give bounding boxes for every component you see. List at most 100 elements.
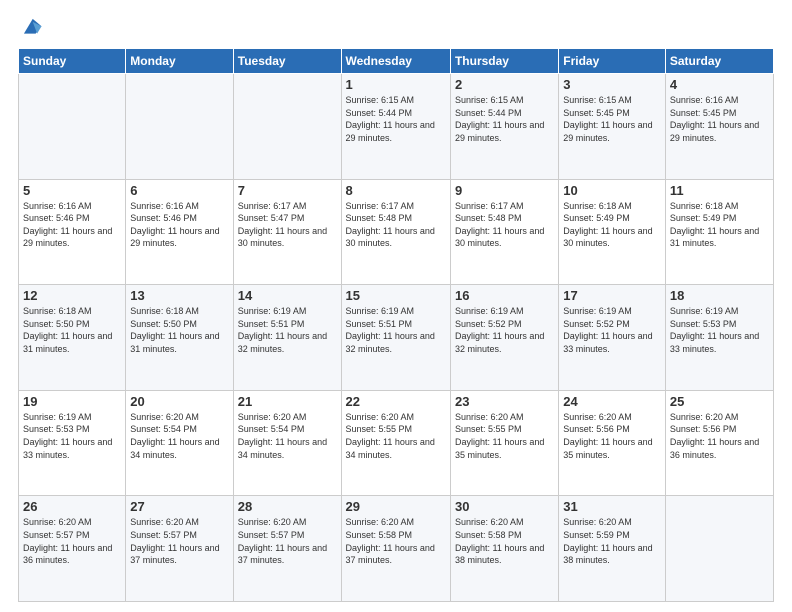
day-info: Sunrise: 6:17 AMSunset: 5:48 PMDaylight:… — [346, 200, 446, 250]
calendar-cell — [665, 496, 773, 602]
calendar-cell: 27 Sunrise: 6:20 AMSunset: 5:57 PMDayligh… — [126, 496, 233, 602]
calendar-cell: 9 Sunrise: 6:17 AMSunset: 5:48 PMDaylight… — [450, 179, 558, 285]
day-number: 19 — [23, 394, 121, 409]
day-info: Sunrise: 6:19 AMSunset: 5:51 PMDaylight:… — [346, 305, 446, 355]
day-number: 7 — [238, 183, 337, 198]
day-info: Sunrise: 6:18 AMSunset: 5:49 PMDaylight:… — [670, 200, 769, 250]
day-info: Sunrise: 6:18 AMSunset: 5:50 PMDaylight:… — [23, 305, 121, 355]
day-info: Sunrise: 6:19 AMSunset: 5:51 PMDaylight:… — [238, 305, 337, 355]
day-number: 5 — [23, 183, 121, 198]
header — [18, 16, 774, 38]
day-info: Sunrise: 6:20 AMSunset: 5:59 PMDaylight:… — [563, 516, 661, 566]
weekday-header: Thursday — [450, 49, 558, 74]
day-info: Sunrise: 6:16 AMSunset: 5:46 PMDaylight:… — [130, 200, 228, 250]
day-number: 3 — [563, 77, 661, 92]
weekday-header: Wednesday — [341, 49, 450, 74]
weekday-header: Monday — [126, 49, 233, 74]
day-number: 26 — [23, 499, 121, 514]
day-info: Sunrise: 6:18 AMSunset: 5:49 PMDaylight:… — [563, 200, 661, 250]
day-number: 18 — [670, 288, 769, 303]
day-number: 1 — [346, 77, 446, 92]
logo — [18, 16, 43, 38]
calendar-week-row: 5 Sunrise: 6:16 AMSunset: 5:46 PMDaylight… — [19, 179, 774, 285]
calendar-cell: 31 Sunrise: 6:20 AMSunset: 5:59 PMDayligh… — [559, 496, 666, 602]
day-info: Sunrise: 6:20 AMSunset: 5:57 PMDaylight:… — [130, 516, 228, 566]
day-info: Sunrise: 6:19 AMSunset: 5:53 PMDaylight:… — [23, 411, 121, 461]
weekday-header-row: SundayMondayTuesdayWednesdayThursdayFrid… — [19, 49, 774, 74]
day-info: Sunrise: 6:19 AMSunset: 5:53 PMDaylight:… — [670, 305, 769, 355]
day-number: 24 — [563, 394, 661, 409]
day-info: Sunrise: 6:17 AMSunset: 5:48 PMDaylight:… — [455, 200, 554, 250]
day-number: 16 — [455, 288, 554, 303]
calendar-cell: 3 Sunrise: 6:15 AMSunset: 5:45 PMDaylight… — [559, 74, 666, 180]
day-info: Sunrise: 6:20 AMSunset: 5:58 PMDaylight:… — [346, 516, 446, 566]
page: SundayMondayTuesdayWednesdayThursdayFrid… — [0, 0, 792, 612]
calendar-cell: 21 Sunrise: 6:20 AMSunset: 5:54 PMDayligh… — [233, 390, 341, 496]
day-info: Sunrise: 6:16 AMSunset: 5:45 PMDaylight:… — [670, 94, 769, 144]
calendar-cell: 6 Sunrise: 6:16 AMSunset: 5:46 PMDaylight… — [126, 179, 233, 285]
day-number: 10 — [563, 183, 661, 198]
day-number: 6 — [130, 183, 228, 198]
day-number: 20 — [130, 394, 228, 409]
day-number: 8 — [346, 183, 446, 198]
day-number: 29 — [346, 499, 446, 514]
day-info: Sunrise: 6:16 AMSunset: 5:46 PMDaylight:… — [23, 200, 121, 250]
day-number: 11 — [670, 183, 769, 198]
calendar-cell: 8 Sunrise: 6:17 AMSunset: 5:48 PMDaylight… — [341, 179, 450, 285]
calendar-cell: 26 Sunrise: 6:20 AMSunset: 5:57 PMDayligh… — [19, 496, 126, 602]
day-info: Sunrise: 6:18 AMSunset: 5:50 PMDaylight:… — [130, 305, 228, 355]
weekday-header: Sunday — [19, 49, 126, 74]
calendar-cell: 5 Sunrise: 6:16 AMSunset: 5:46 PMDaylight… — [19, 179, 126, 285]
day-number: 31 — [563, 499, 661, 514]
day-number: 21 — [238, 394, 337, 409]
calendar-cell: 14 Sunrise: 6:19 AMSunset: 5:51 PMDayligh… — [233, 285, 341, 391]
day-info: Sunrise: 6:20 AMSunset: 5:54 PMDaylight:… — [130, 411, 228, 461]
calendar-week-row: 12 Sunrise: 6:18 AMSunset: 5:50 PMDayligh… — [19, 285, 774, 391]
calendar-cell: 28Sunrise: 6:20 AMSunset: 5:57 PMDayligh… — [233, 496, 341, 602]
day-info: Sunrise: 6:15 AMSunset: 5:44 PMDaylight:… — [346, 94, 446, 144]
day-info: Sunrise: 6:20 AMSunset: 5:57 PMDaylight:… — [23, 516, 121, 566]
calendar-cell — [126, 74, 233, 180]
day-number: 9 — [455, 183, 554, 198]
day-number: 4 — [670, 77, 769, 92]
calendar-cell: 20 Sunrise: 6:20 AMSunset: 5:54 PMDayligh… — [126, 390, 233, 496]
day-info: Sunrise: 6:20 AMSunset: 5:55 PMDaylight:… — [455, 411, 554, 461]
logo-icon — [21, 16, 43, 38]
day-number: 27 — [130, 499, 228, 514]
calendar-cell: 12 Sunrise: 6:18 AMSunset: 5:50 PMDayligh… — [19, 285, 126, 391]
calendar-cell: 16 Sunrise: 6:19 AMSunset: 5:52 PMDayligh… — [450, 285, 558, 391]
calendar-cell: 30 Sunrise: 6:20 AMSunset: 5:58 PMDayligh… — [450, 496, 558, 602]
calendar-cell: 15Sunrise: 6:19 AMSunset: 5:51 PMDayligh… — [341, 285, 450, 391]
day-number: 23 — [455, 394, 554, 409]
calendar-cell: 10 Sunrise: 6:18 AMSunset: 5:49 PMDayligh… — [559, 179, 666, 285]
day-info: Sunrise: 6:20 AMSunset: 5:57 PMDaylight:… — [238, 516, 337, 566]
calendar-cell: 25 Sunrise: 6:20 AMSunset: 5:56 PMDayligh… — [665, 390, 773, 496]
day-number: 12 — [23, 288, 121, 303]
day-number: 30 — [455, 499, 554, 514]
calendar-cell: 7Sunrise: 6:17 AMSunset: 5:47 PMDaylight… — [233, 179, 341, 285]
day-info: Sunrise: 6:20 AMSunset: 5:56 PMDaylight:… — [563, 411, 661, 461]
calendar-cell: 24 Sunrise: 6:20 AMSunset: 5:56 PMDayligh… — [559, 390, 666, 496]
calendar-week-row: 1 Sunrise: 6:15 AMSunset: 5:44 PMDaylight… — [19, 74, 774, 180]
day-info: Sunrise: 6:20 AMSunset: 5:55 PMDaylight:… — [346, 411, 446, 461]
day-info: Sunrise: 6:20 AMSunset: 5:54 PMDaylight:… — [238, 411, 337, 461]
day-info: Sunrise: 6:15 AMSunset: 5:44 PMDaylight:… — [455, 94, 554, 144]
weekday-header: Saturday — [665, 49, 773, 74]
calendar-cell: 18 Sunrise: 6:19 AMSunset: 5:53 PMDayligh… — [665, 285, 773, 391]
calendar-cell — [233, 74, 341, 180]
day-number: 14 — [238, 288, 337, 303]
weekday-header: Tuesday — [233, 49, 341, 74]
day-info: Sunrise: 6:19 AMSunset: 5:52 PMDaylight:… — [563, 305, 661, 355]
day-number: 17 — [563, 288, 661, 303]
calendar-cell — [19, 74, 126, 180]
day-info: Sunrise: 6:20 AMSunset: 5:58 PMDaylight:… — [455, 516, 554, 566]
day-info: Sunrise: 6:19 AMSunset: 5:52 PMDaylight:… — [455, 305, 554, 355]
calendar-cell: 23 Sunrise: 6:20 AMSunset: 5:55 PMDayligh… — [450, 390, 558, 496]
calendar-cell: 2Sunrise: 6:15 AMSunset: 5:44 PMDaylight… — [450, 74, 558, 180]
calendar-cell: 17 Sunrise: 6:19 AMSunset: 5:52 PMDayligh… — [559, 285, 666, 391]
day-info: Sunrise: 6:20 AMSunset: 5:56 PMDaylight:… — [670, 411, 769, 461]
day-number: 25 — [670, 394, 769, 409]
calendar-week-row: 26 Sunrise: 6:20 AMSunset: 5:57 PMDayligh… — [19, 496, 774, 602]
calendar-cell: 22Sunrise: 6:20 AMSunset: 5:55 PMDayligh… — [341, 390, 450, 496]
day-info: Sunrise: 6:15 AMSunset: 5:45 PMDaylight:… — [563, 94, 661, 144]
